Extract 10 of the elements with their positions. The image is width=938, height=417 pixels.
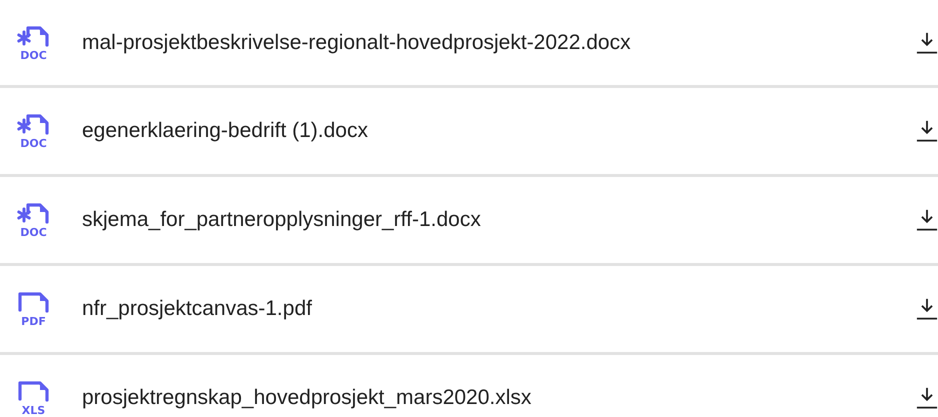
download-icon[interactable] (916, 297, 938, 321)
download-icon[interactable] (916, 386, 938, 410)
download-icon[interactable] (916, 208, 938, 232)
file-name[interactable]: egenerklaering-bedrift (1).docx (82, 119, 916, 143)
file-name[interactable]: mal-prosjektbeskrivelse-regionalt-hovedprosjekt-2022.docx (82, 30, 916, 54)
file-name[interactable]: prosjektregnskap_hovedprosjekt_mars2020.xlsx (82, 386, 916, 410)
file-name[interactable]: nfr_prosjektcanvas-1.pdf (82, 297, 916, 321)
file-name[interactable]: skjema_for_partneropplysninger_rff-1.docx (82, 208, 916, 232)
download-icon[interactable] (916, 30, 938, 54)
download-icon[interactable] (916, 119, 938, 143)
